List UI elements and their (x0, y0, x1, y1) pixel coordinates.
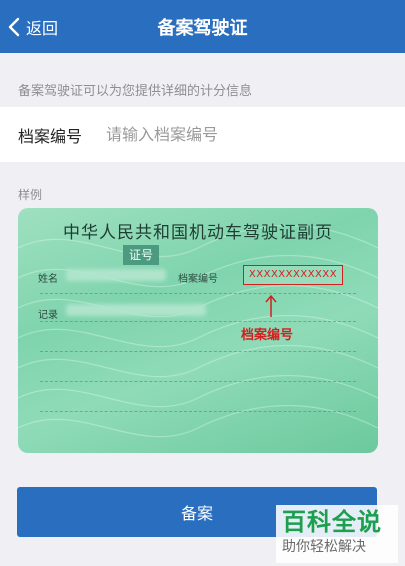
card-rule-line (40, 351, 356, 352)
sample-label: 样例 (18, 188, 43, 202)
watermark-logo: 百科全说 助你轻松解决 (276, 505, 398, 563)
card-file-number-key: 档案编号 (178, 274, 218, 285)
blurred-record (66, 304, 206, 316)
file-number-row: 档案编号 (0, 107, 405, 162)
card-rule-line (40, 381, 356, 382)
card-rule-line (40, 321, 356, 322)
page-title: 备案驾驶证 (157, 18, 248, 39)
watermark-slogan: 助你轻松解决 (282, 539, 366, 555)
card-id-tag: 证号 (123, 245, 160, 265)
info-hint-text: 备案驾驶证可以为您提供详细的计分信息 (18, 84, 253, 99)
blurred-name (66, 269, 166, 281)
card-name-key: 姓名 (38, 274, 58, 285)
arrow-up-icon (265, 294, 277, 317)
card-record-key: 记录 (38, 310, 58, 321)
file-number-label: 档案编号 (18, 126, 83, 146)
card-title: 中华人民共和国机动车驾驶证副页 (63, 223, 333, 243)
sample-license-card-image: 中华人民共和国机动车驾驶证副页 证号 姓名 档案编号 XXXXXXXXXXXX … (18, 208, 378, 453)
top-nav-bar: 返回 备案驾驶证 (0, 0, 405, 53)
card-wave-pattern (18, 224, 378, 438)
file-number-highlight-box: XXXXXXXXXXXX (243, 265, 343, 285)
file-number-input[interactable] (106, 125, 356, 144)
file-number-annotation: 档案编号 (241, 328, 294, 343)
card-rule-line (40, 293, 356, 294)
watermark-brand: 百科全说 (282, 508, 382, 536)
card-rule-line (40, 411, 356, 412)
